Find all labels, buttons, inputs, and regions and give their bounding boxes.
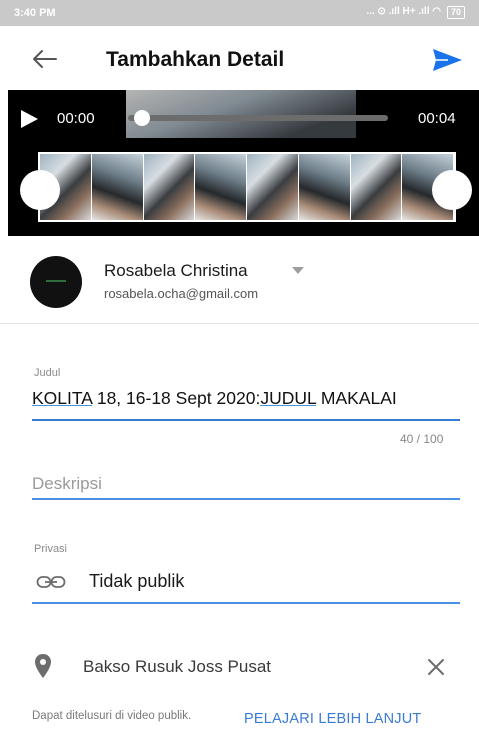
description-field-underline [32,498,460,500]
account-name[interactable]: Rosabela Christina [104,261,248,281]
filmstrip-frame [91,154,144,220]
trim-end-handle[interactable] [432,170,472,210]
filmstrip-frame [143,154,196,220]
play-icon [21,110,38,128]
arrow-left-icon [33,50,57,68]
title-label: Judul [34,367,61,379]
avatar[interactable] [30,256,82,308]
filmstrip-frame [298,154,351,220]
privacy-selector[interactable]: Tidak publik [32,568,460,598]
privacy-underline [32,602,460,604]
status-indicators: ... ⊙ .ıll H+ .ıll ◠ 70 [366,6,465,19]
back-button[interactable] [30,46,60,72]
title-text-part: MAKALAI [316,388,397,408]
location-pin-icon [35,654,51,678]
title-text-part: JUDUL [260,388,317,408]
filmstrip-frame [195,154,247,220]
battery-icon: 70 [446,6,465,19]
seek-bar[interactable] [128,115,388,121]
filmstrip-frame [350,154,403,220]
learn-more-link[interactable]: PELAJARI LEBIH LANJUT [244,711,421,727]
trim-start-handle[interactable] [20,170,60,210]
trim-frame-strip[interactable] [38,152,456,222]
seek-knob[interactable] [134,110,150,126]
current-time: 00:00 [57,110,95,127]
video-preview-frame [126,90,356,138]
discoverability-note: Dapat ditelusuri di video publik. [32,710,192,722]
send-icon [433,49,462,71]
video-player: 00:00 00:04 [8,90,479,236]
title-char-counter: 40 / 100 [400,432,444,446]
status-bar: 3:40 PM ... ⊙ .ıll H+ .ıll ◠ 70 [0,0,479,26]
close-icon [428,659,444,675]
title-text-part: KOLITA [32,388,92,408]
title-field[interactable]: KOLITA 18, 16-18 Sept 2020:JUDUL MAKALAI [32,388,462,409]
title-field-underline [32,419,460,421]
play-button[interactable] [18,108,40,130]
clear-location-button[interactable] [426,657,446,677]
signal-indicators: ... ⊙ .ıll H+ .ıll ◠ [366,6,441,17]
duration: 00:04 [418,110,456,127]
title-text-part: 18, 16-18 Sept 2020: [91,388,261,408]
filmstrip-frame [247,154,299,220]
location-row[interactable]: Bakso Rusuk Joss Pusat [0,645,479,689]
privacy-value: Tidak publik [89,571,185,591]
account-selector: Rosabela Christina rosabela.ocha@gmail.c… [0,236,479,324]
privacy-label: Privasi [34,543,68,555]
account-email: rosabela.ocha@gmail.com [104,286,259,301]
app-bar: Tambahkan Detail [0,26,479,90]
send-button[interactable] [430,46,464,74]
link-icon [36,576,66,588]
page-title: Tambahkan Detail [106,48,285,71]
location-name: Bakso Rusuk Joss Pusat [83,657,272,676]
description-field[interactable]: Deskripsi [32,474,460,500]
status-time: 3:40 PM [14,7,56,19]
chevron-down-icon[interactable] [292,267,304,274]
